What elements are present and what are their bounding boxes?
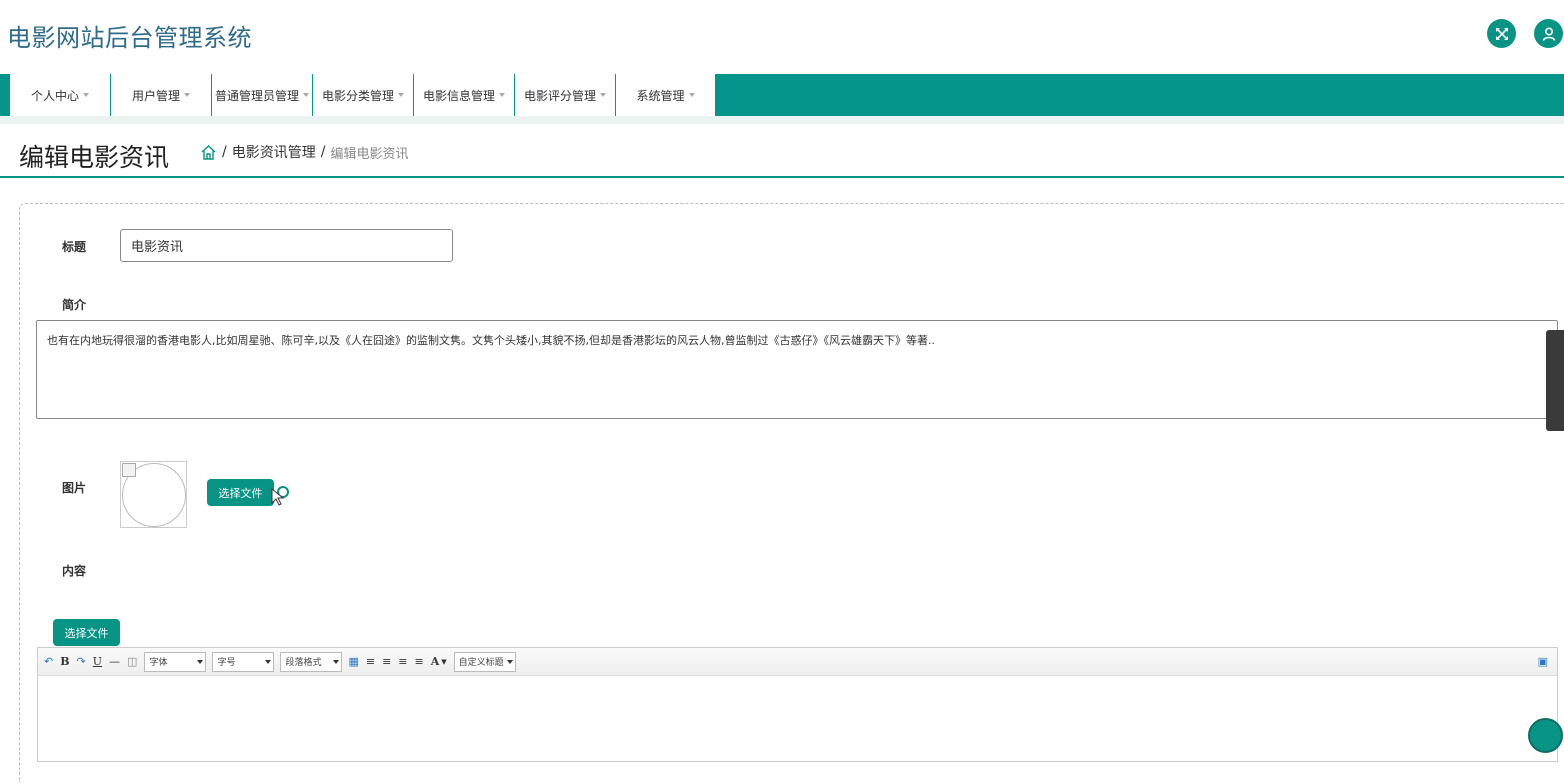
- align-left-icon[interactable]: ≡: [366, 655, 375, 668]
- underline-icon[interactable]: U: [93, 655, 102, 668]
- breadcrumb-section[interactable]: 电影资讯管理: [232, 142, 316, 162]
- dropdown-arrow-icon: [506, 659, 513, 664]
- title-label: 标题: [62, 240, 87, 254]
- new-document-icon[interactable]: ◫: [127, 655, 137, 668]
- redo-icon[interactable]: ↷: [77, 655, 86, 668]
- dropdown-arrow-icon: [197, 659, 204, 664]
- chevron-down-icon: [303, 93, 309, 97]
- breadcrumb-separator: /: [320, 144, 326, 160]
- rich-text-editor: ↶ B ↷ U — ◫ 字体 字号 段落格式 ▦ ≡ ≡ ≡ ≡ A ▼ 自定义标…: [37, 647, 1558, 762]
- fullscreen-icon[interactable]: [1487, 19, 1516, 48]
- chevron-down-icon: [83, 93, 89, 97]
- page-header: 编辑电影资讯 / 电影资讯管理 / 编辑电影资讯: [0, 124, 1564, 178]
- chevron-down-icon: [688, 93, 695, 97]
- intro-textarea[interactable]: 也有在内地玩得很溜的香港电影人,比如周星驰、陈可辛,以及《人在囧途》的监制文隽。…: [36, 320, 1558, 419]
- page-title: 编辑电影资讯: [19, 143, 170, 172]
- user-icon[interactable]: [1534, 19, 1563, 48]
- chevron-down-icon: [499, 93, 505, 97]
- content-label: 内容: [62, 564, 87, 578]
- horizontal-rule-icon[interactable]: —: [109, 655, 120, 668]
- align-justify-icon[interactable]: ≡: [415, 655, 424, 668]
- main-nav: 个人中心 用户管理 普通管理员管理 电影分类管理 电影信息管理 电影评分管理 系…: [0, 74, 1564, 116]
- image-label: 图片: [62, 481, 87, 495]
- side-scroll-handle[interactable]: [1546, 330, 1564, 431]
- home-icon[interactable]: [200, 144, 217, 161]
- chevron-down-icon: [184, 93, 190, 97]
- nav-item-rating-management[interactable]: 电影评分管理: [515, 74, 616, 116]
- breadcrumb-current: 编辑电影资讯: [330, 146, 409, 162]
- preview-icon[interactable]: ▣: [1538, 655, 1548, 668]
- nav-item-system-management[interactable]: 系统管理: [616, 74, 716, 116]
- breadcrumb-separator: /: [222, 144, 227, 160]
- font-size-select[interactable]: 字号: [212, 651, 275, 672]
- bold-icon[interactable]: B: [60, 655, 69, 668]
- top-bar: 电影网站后台管理系统: [0, 0, 1564, 74]
- chevron-down-icon: [600, 93, 606, 97]
- table-icon[interactable]: ▦: [348, 655, 358, 668]
- broken-image-icon: [122, 463, 136, 477]
- nav-divider: [0, 116, 1564, 124]
- image-preview: [120, 461, 187, 528]
- choose-image-file-button[interactable]: 选择文件: [207, 479, 274, 506]
- title-input[interactable]: 电影资讯: [120, 229, 453, 262]
- paragraph-format-select[interactable]: 段落格式: [280, 651, 343, 672]
- app-title: 电影网站后台管理系统: [7, 24, 252, 52]
- choose-content-file-button[interactable]: 选择文件: [53, 619, 120, 646]
- breadcrumb: / 电影资讯管理 / 编辑电影资讯: [200, 142, 408, 162]
- editor-toolbar: ↶ B ↷ U — ◫ 字体 字号 段落格式 ▦ ≡ ≡ ≡ ≡ A ▼ 自定义标…: [38, 648, 1557, 676]
- nav-item-movie-info-management[interactable]: 电影信息管理: [414, 74, 515, 116]
- undo-icon[interactable]: ↶: [44, 655, 53, 668]
- align-center-icon[interactable]: ≡: [398, 655, 407, 668]
- floating-action-button[interactable]: [1528, 718, 1563, 753]
- dropdown-arrow-icon: [333, 659, 340, 664]
- nav-item-admin-management[interactable]: 普通管理员管理: [212, 74, 313, 116]
- nav-item-user-management[interactable]: 用户管理: [111, 74, 212, 116]
- nav-item-personal-center[interactable]: 个人中心: [10, 74, 111, 116]
- font-color-icon[interactable]: A ▼: [431, 655, 447, 668]
- chevron-down-icon: [398, 93, 404, 97]
- custom-title-select[interactable]: 自定义标题: [453, 651, 516, 672]
- intro-label: 简介: [62, 298, 87, 312]
- dropdown-arrow-icon: [265, 659, 272, 664]
- font-family-select[interactable]: 字体: [144, 651, 207, 672]
- mouse-cursor-icon: [271, 486, 289, 506]
- nav-item-category-management[interactable]: 电影分类管理: [313, 74, 414, 116]
- align-right-icon[interactable]: ≡: [382, 655, 391, 668]
